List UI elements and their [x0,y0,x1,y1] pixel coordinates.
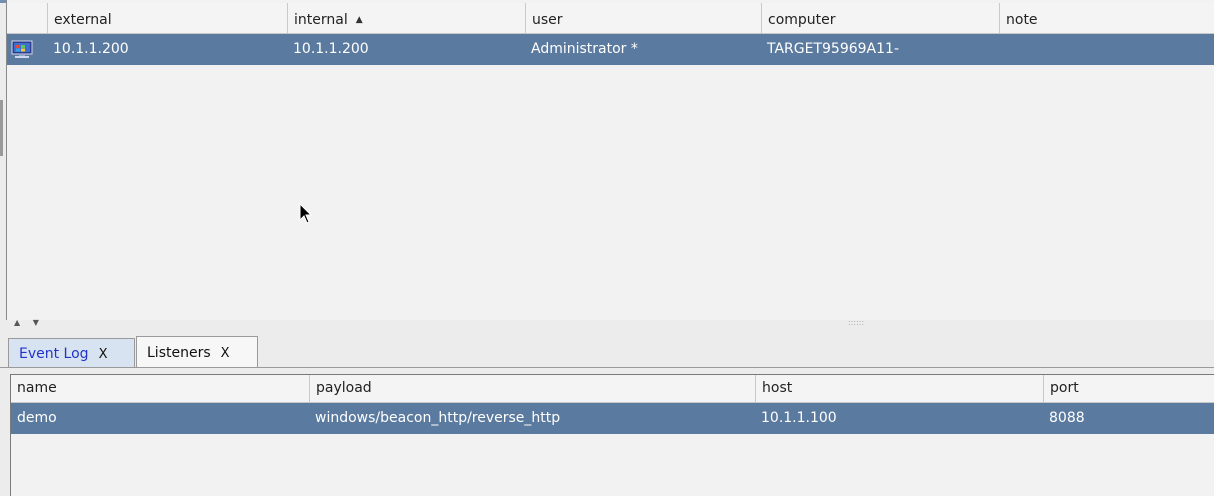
cell-host: 10.1.1.100 [761,410,837,426]
column-header-user[interactable]: user [525,3,761,33]
pane-splitter[interactable] [0,320,1214,334]
column-header-internal[interactable]: internal ▲ [287,3,525,33]
cell-user: Administrator * [531,41,638,57]
listeners-table: name payload host port demo windows/beac… [10,374,1214,496]
tab-event-log-close-button[interactable]: X [99,347,108,362]
tab-listeners[interactable]: Listeners X [136,336,258,368]
sessions-table-header: external internal ▲ user computer note [7,3,1214,34]
icon-column-header[interactable] [7,3,47,33]
column-header-name[interactable]: name [11,375,309,402]
column-header-payload[interactable]: payload [309,375,755,402]
tab-listeners-label: Listeners [147,345,211,361]
cell-name: demo [17,410,57,426]
cell-computer: TARGET95969A11- [767,41,899,57]
cell-external: 10.1.1.200 [53,41,129,57]
column-header-port[interactable]: port [1043,375,1214,402]
sessions-table: external internal ▲ user computer note 10… [6,0,1214,320]
cell-port: 8088 [1049,410,1085,426]
left-resize-notch[interactable] [0,100,3,156]
column-header-host[interactable]: host [755,375,1043,402]
column-header-external[interactable]: external [47,3,287,33]
tab-strip-divider [0,367,1214,368]
cell-payload: windows/beacon_http/reverse_http [315,410,561,426]
splitter-collapse-arrows[interactable]: ▲ ▼ [14,318,44,327]
tab-event-log-label: Event Log [19,346,89,362]
mouse-pointer-icon [299,203,313,224]
sort-ascending-icon: ▲ [355,15,363,25]
tab-listeners-close-button[interactable]: X [221,346,230,361]
table-row[interactable]: 10.1.1.200 10.1.1.200 Administrator * TA… [7,34,1214,65]
windows-host-icon [11,40,33,58]
listeners-table-header: name payload host port [11,375,1214,403]
cell-internal: 10.1.1.200 [293,41,369,57]
column-header-computer[interactable]: computer [761,3,999,33]
column-header-note[interactable]: note [999,3,1214,33]
cell-note [999,34,1214,65]
tab-event-log[interactable]: Event Log X [8,338,135,368]
table-row[interactable]: demo windows/beacon_http/reverse_http 10… [11,403,1214,434]
column-header-internal-label: internal [294,12,348,28]
splitter-grip[interactable]: :::::: [848,318,872,327]
